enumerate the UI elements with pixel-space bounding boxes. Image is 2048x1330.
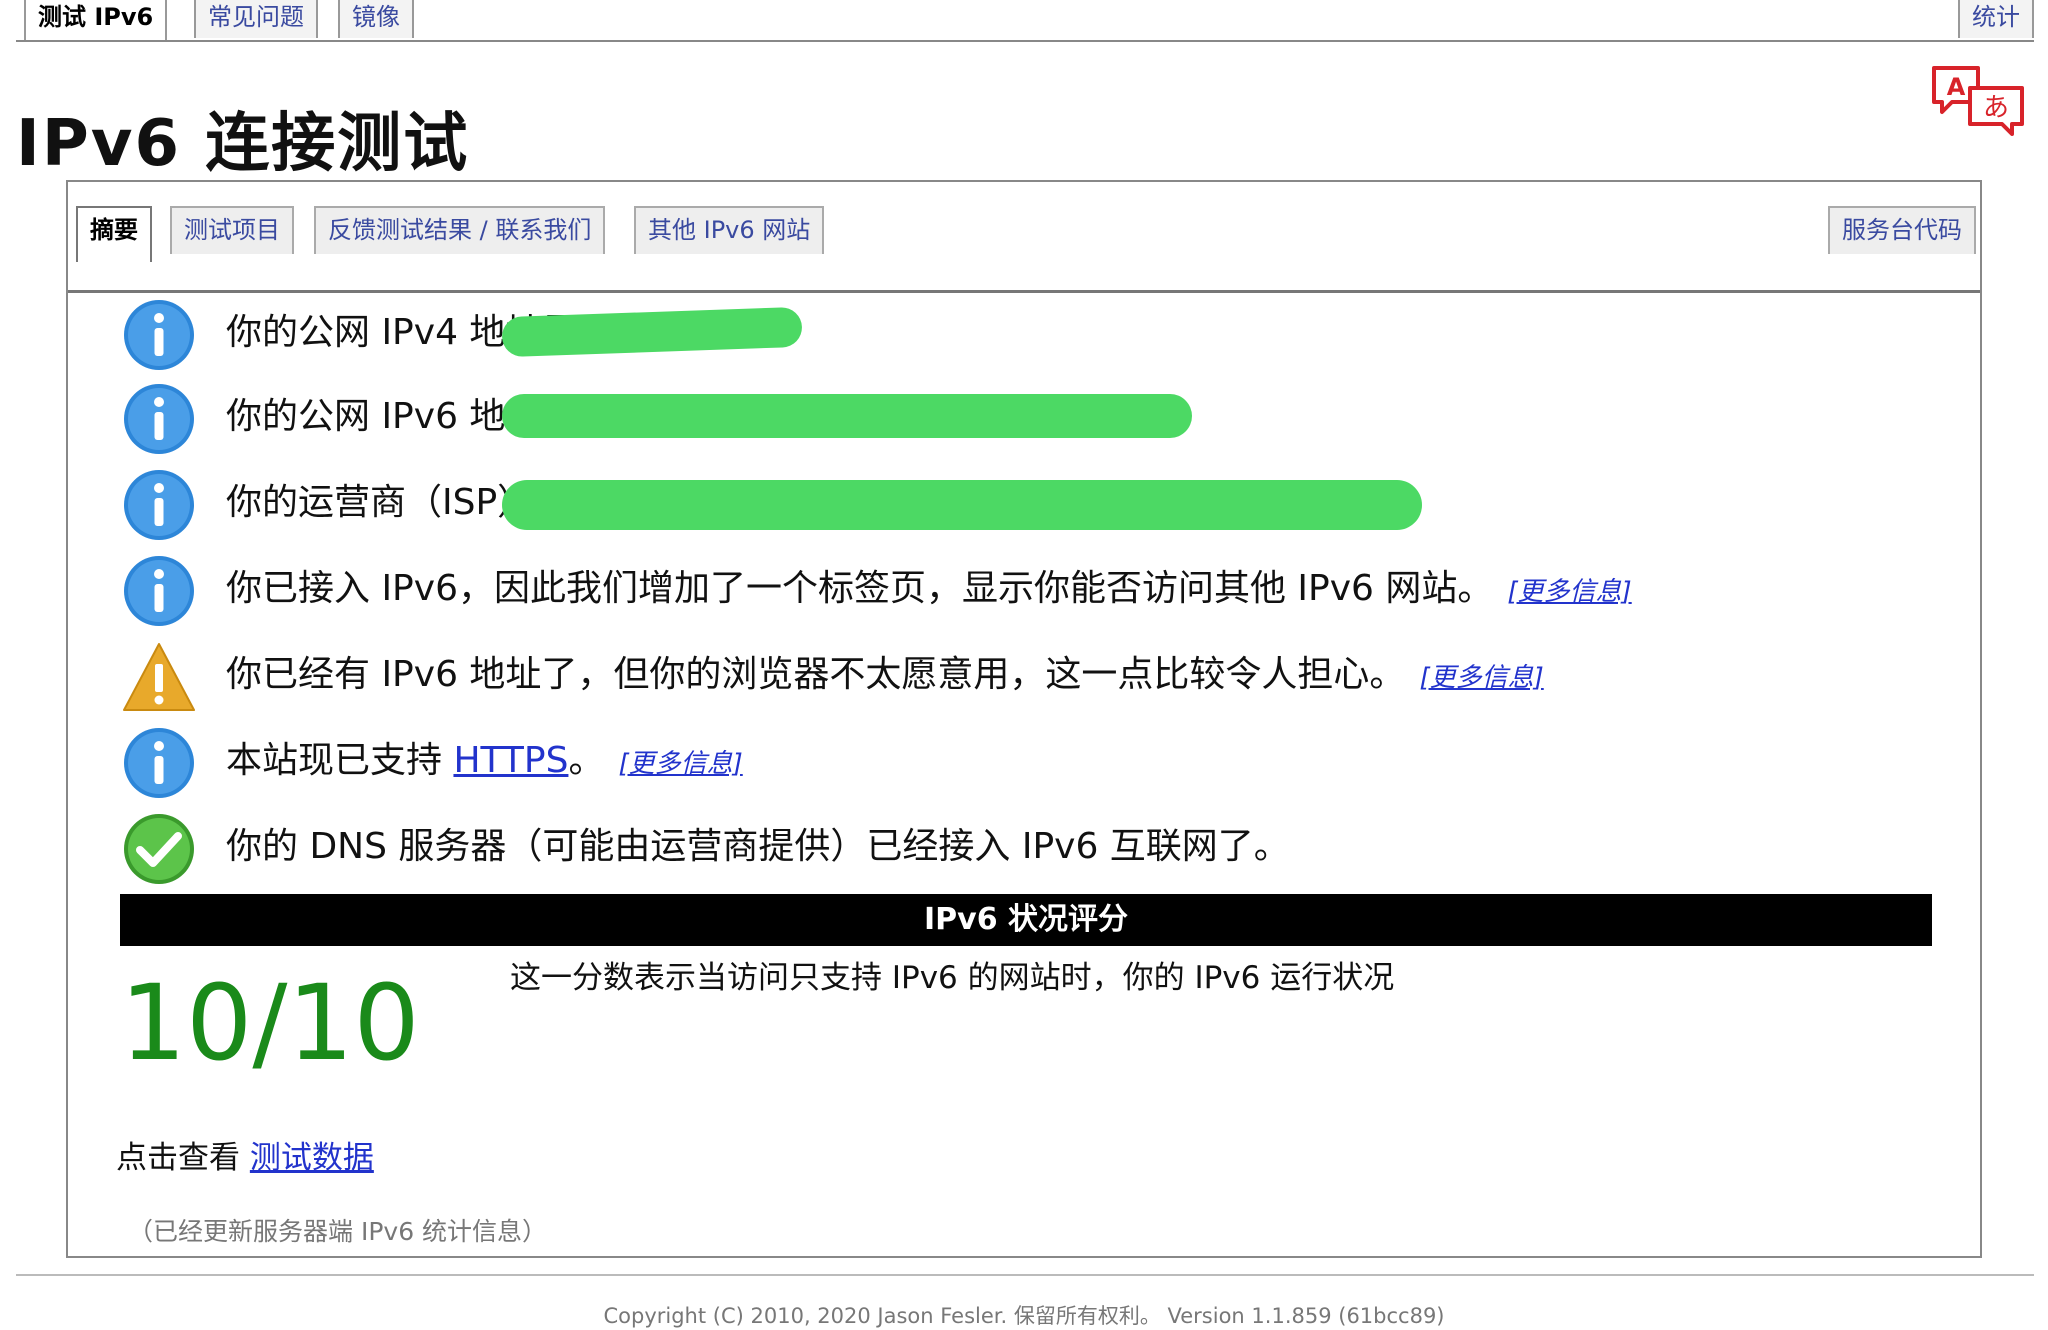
test-data-line: 点击查看 测试数据 [116,1132,374,1177]
top-tab-faq[interactable]: 常见问题 [194,0,318,38]
result-text-body: 你已经有 IPv6 地址了，但你的浏览器不太愿意用，这一点比较令人担心。 [226,654,1406,695]
tab-feedback[interactable]: 反馈测试结果 / 联系我们 [314,206,606,254]
info-icon [124,384,194,454]
tab-summary[interactable]: 摘要 [76,206,152,262]
redaction-mark [502,480,1422,530]
result-text-after: 。 [568,740,605,781]
warning-icon [123,643,195,711]
test-data-prefix: 点击查看 [116,1140,250,1176]
result-row-ipv6-tab: 你已接入 IPv6，因此我们增加了一个标签页，显示你能否访问其他 IPv6 网站… [122,554,1922,634]
test-data-link[interactable]: 测试数据 [250,1140,374,1176]
check-icon [124,814,194,884]
result-text: 你已接入 IPv6，因此我们增加了一个标签页，显示你能否访问其他 IPv6 网站… [226,554,1632,627]
score-header: IPv6 状况评分 [120,894,1932,946]
result-row-https: 本站现已支持 HTTPS。 [更多信息] [122,726,1922,806]
result-row-browser-warning: 你已经有 IPv6 地址了，但你的浏览器不太愿意用，这一点比较令人担心。 [更多信… [122,640,1922,720]
tab-tests[interactable]: 测试项目 [170,206,294,254]
page-title: IPv6 连接测试 [16,107,470,181]
result-row-isp: 你的运营商（ISP）是 [122,468,1922,548]
svg-text:A: A [1947,73,1966,101]
result-text: 本站现已支持 HTTPS。 [更多信息] [226,726,743,799]
top-nav: 测试 IPv6 常见问题 镜像 统计 [16,0,2034,42]
tab-other-ipv6-sites[interactable]: 其他 IPv6 网站 [634,206,825,254]
translate-icon[interactable]: A あ [1930,64,2026,138]
tab-bar: 摘要 测试项目 反馈测试结果 / 联系我们 其他 IPv6 网站 服务台代码 [68,182,1980,293]
top-tab-stats[interactable]: 统计 [1958,0,2034,38]
top-tab-test-ipv6[interactable]: 测试 IPv6 [24,0,168,40]
info-icon [124,470,194,540]
result-text: 你的 DNS 服务器（可能由运营商提供）已经接入 IPv6 互联网了。 [226,826,1290,867]
tab-helpdesk-code[interactable]: 服务台代码 [1828,206,1976,254]
result-row-ipv6: 你的公网 IPv6 地址是 [122,382,1922,462]
result-text-body: 你已接入 IPv6，因此我们增加了一个标签页，显示你能否访问其他 IPv6 网站… [226,568,1494,609]
more-info-link[interactable]: [更多信息] [618,749,742,779]
top-tab-mirrors[interactable]: 镜像 [338,0,414,38]
more-info-link[interactable]: [更多信息] [1419,663,1543,693]
score-description: 这一分数表示当访问只支持 IPv6 的网站时，你的 IPv6 运行状况 [510,960,1395,996]
result-row-ipv4: 你的公网 IPv4 地址是 [122,298,1922,378]
results-panel: 摘要 测试项目 反馈测试结果 / 联系我们 其他 IPv6 网站 服务台代码 你… [66,180,1982,1258]
info-icon [124,556,194,626]
result-text-before: 本站现已支持 [226,740,454,781]
https-link[interactable]: HTTPS [453,740,568,781]
info-icon [124,728,194,798]
more-info-link[interactable]: [更多信息] [1507,577,1631,607]
info-icon [124,300,194,370]
result-text: 你已经有 IPv6 地址了，但你的浏览器不太愿意用，这一点比较令人担心。 [更多信… [226,640,1544,713]
svg-text:あ: あ [1983,93,2009,123]
score-value: 10/10 [120,962,420,1084]
redaction-mark [502,394,1192,438]
footer-divider [16,1274,2034,1276]
result-row-dns: 你的 DNS 服务器（可能由运营商提供）已经接入 IPv6 互联网了。 [122,812,1922,892]
stats-updated-note: （已经更新服务器端 IPv6 统计信息） [128,1217,548,1246]
